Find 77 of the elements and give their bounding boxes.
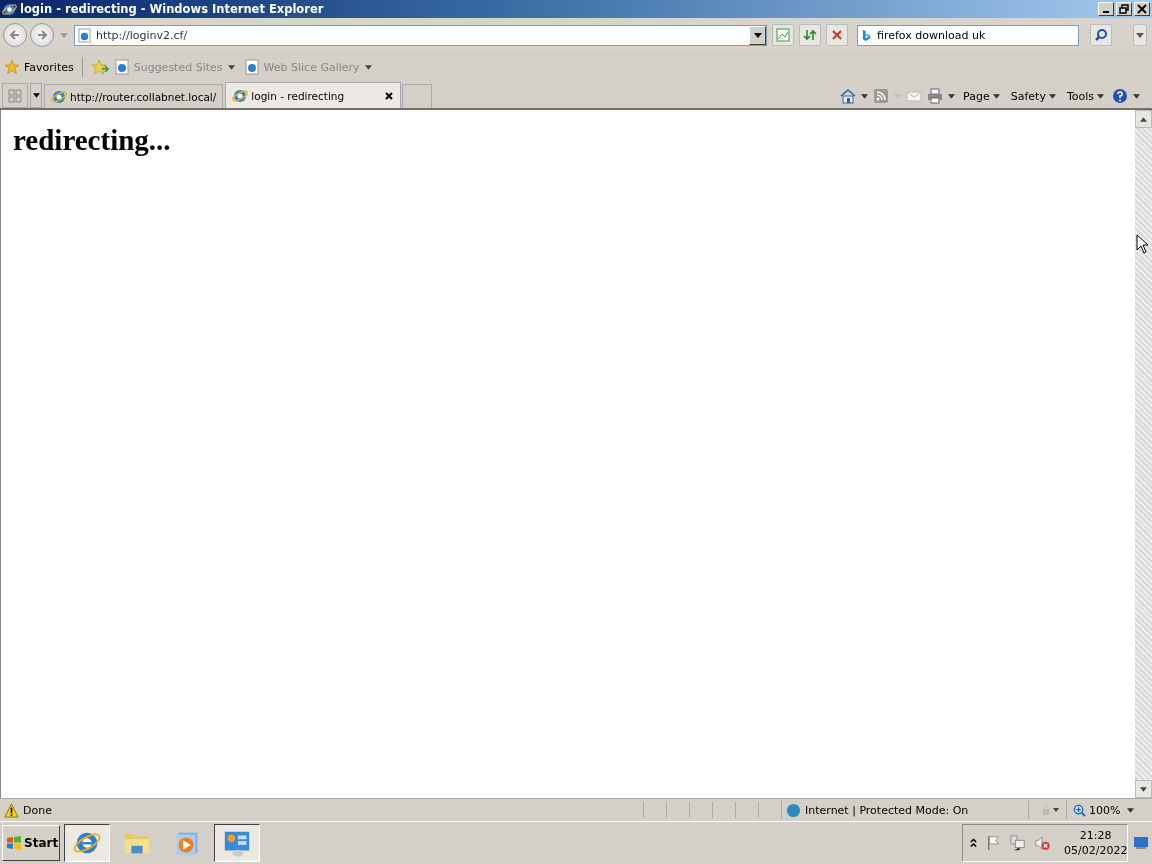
home-icon[interactable] [840, 88, 857, 104]
minimize-icon [1103, 11, 1109, 13]
stop-button[interactable] [826, 24, 848, 46]
grid-icon [8, 88, 22, 103]
status-text: Done [23, 803, 53, 817]
search-options-button[interactable] [1133, 24, 1147, 46]
scroll-up-icon[interactable] [1140, 116, 1147, 122]
compatibility-button[interactable] [772, 24, 794, 46]
tab-list-button[interactable] [30, 83, 42, 108]
close-icon[interactable] [384, 90, 395, 101]
caret-icon[interactable] [861, 93, 869, 99]
refresh-button[interactable] [799, 24, 821, 46]
caret-icon [753, 32, 762, 38]
browser-logo-icon [232, 87, 249, 104]
caret-icon [992, 93, 1000, 99]
stop-icon [830, 28, 844, 42]
mouse-cursor-icon [1136, 234, 1148, 254]
caret-icon[interactable] [1133, 93, 1140, 99]
minimize-button[interactable] [1098, 2, 1114, 16]
favorites-button[interactable]: Favorites [4, 59, 74, 75]
flag-icon[interactable] [986, 835, 1002, 851]
close-icon [1137, 4, 1147, 14]
address-field[interactable]: http://loginv2.cf/ [74, 24, 767, 46]
caret-icon [1127, 807, 1134, 813]
browser-tab[interactable]: login - redirecting [225, 82, 402, 108]
speaker-muted-icon[interactable] [1034, 835, 1050, 851]
page-heading: redirecting... [13, 124, 172, 157]
clock[interactable]: 21:28 05/02/2022 [1064, 828, 1128, 858]
zoom-icon [1073, 803, 1086, 817]
browser-taskbar-button[interactable] [64, 824, 110, 862]
caret-icon [32, 93, 40, 98]
server-manager-taskbar-button[interactable] [214, 824, 260, 862]
page-icon [114, 59, 129, 75]
restore-icon [1119, 4, 1129, 14]
caret-icon [1097, 93, 1104, 99]
zoom-button[interactable]: 100% [1066, 801, 1144, 819]
show-hidden-icons-icon[interactable] [969, 837, 978, 849]
star-icon [4, 59, 20, 75]
security-zone: Internet | Protected Mode: On [805, 803, 969, 817]
vertical-scrollbar[interactable] [1135, 110, 1152, 798]
browser-logo-icon [2, 1, 17, 17]
restore-button[interactable] [1116, 2, 1132, 16]
page-icon [244, 59, 259, 75]
help-icon[interactable] [1112, 88, 1128, 104]
scroll-down-icon[interactable] [1140, 786, 1147, 792]
window-title: login - redirecting - Windows Internet Explorer [20, 2, 325, 16]
search-provider-icon [862, 28, 871, 42]
search-field[interactable]: firefox download uk [857, 24, 1079, 46]
print-icon[interactable] [927, 88, 944, 104]
monitor-icon [1133, 836, 1149, 850]
command-menu[interactable]: Page [963, 89, 1000, 103]
globe-icon [786, 802, 801, 818]
browser-tab[interactable]: http://router.collabnet.local/ [44, 84, 224, 108]
search-icon [1094, 28, 1108, 42]
caret-icon [1048, 93, 1056, 99]
browser-logo-icon [51, 88, 67, 105]
command-menu[interactable]: Safety [1010, 89, 1056, 103]
forward-arrow-icon [36, 29, 48, 41]
windows-logo-icon [6, 835, 22, 851]
address-dropdown-button[interactable] [749, 25, 766, 45]
caret-icon [1136, 32, 1144, 38]
close-button[interactable] [1134, 2, 1150, 16]
back-arrow-icon [9, 29, 21, 41]
chart-page-icon [776, 28, 790, 42]
refresh-icon [803, 28, 817, 42]
caret-icon [227, 64, 235, 70]
caret-icon [364, 64, 372, 70]
forward-button[interactable] [30, 23, 54, 47]
start-button[interactable]: Start [2, 825, 60, 861]
network-icon[interactable] [1010, 835, 1026, 851]
add-favorites-icon[interactable] [90, 59, 109, 75]
search-button[interactable] [1090, 24, 1112, 46]
command-menu[interactable]: Tools [1066, 89, 1104, 103]
caret-icon[interactable] [948, 93, 956, 99]
warning-icon [4, 802, 19, 818]
page-icon [78, 27, 91, 43]
back-button[interactable] [3, 23, 27, 47]
